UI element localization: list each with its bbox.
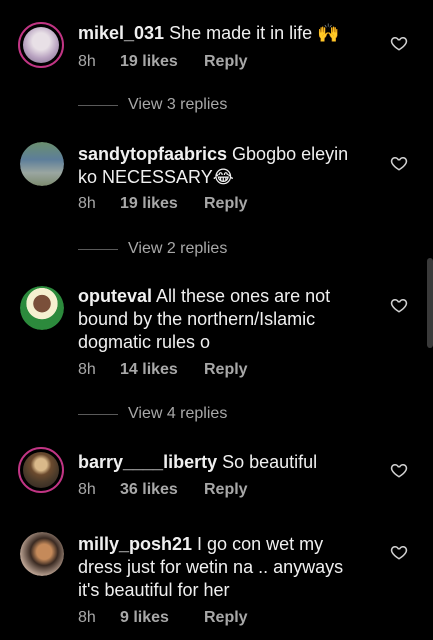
heart-icon[interactable] xyxy=(390,34,408,52)
reply-button[interactable]: Reply xyxy=(204,609,248,627)
comment-time: 8h xyxy=(78,195,96,212)
comment-meta: 8h 19 likes Reply xyxy=(78,53,248,71)
comment-time: 8h xyxy=(78,361,96,378)
avatar[interactable] xyxy=(20,286,64,330)
avatar[interactable] xyxy=(18,22,64,68)
comment-username[interactable]: sandytopfaabrics xyxy=(78,144,227,164)
avatar[interactable] xyxy=(20,142,64,186)
heart-icon[interactable] xyxy=(390,461,408,479)
comment-meta: 8h 36 likes Reply xyxy=(78,481,248,499)
scrollbar[interactable] xyxy=(427,258,433,348)
comment-username[interactable]: milly_posh21 xyxy=(78,534,192,554)
comment-text: sandytopfaabrics Gbogbo eleyin ko NECESS… xyxy=(78,143,368,189)
comment-username[interactable]: barry____liberty xyxy=(78,452,217,472)
comment-likes[interactable]: 36 likes xyxy=(120,481,204,499)
reply-button[interactable]: Reply xyxy=(204,53,248,71)
comment-text: milly_posh21 I go con wet my dress just … xyxy=(78,533,368,602)
reply-button[interactable]: Reply xyxy=(204,361,248,379)
avatar[interactable] xyxy=(20,532,64,576)
heart-icon[interactable] xyxy=(390,543,408,561)
comment-text: barry____liberty So beautiful xyxy=(78,451,368,474)
heart-icon[interactable] xyxy=(390,154,408,172)
reply-button[interactable]: Reply xyxy=(204,481,248,499)
comment-text: oputeval All these ones are not bound by… xyxy=(78,285,368,354)
divider xyxy=(78,248,118,250)
comment-username[interactable]: oputeval xyxy=(78,286,152,306)
divider xyxy=(78,413,118,415)
view-replies-button[interactable]: View 4 replies xyxy=(78,405,227,423)
comment-meta: 8h 19 likes Reply xyxy=(78,195,248,213)
divider xyxy=(78,104,118,106)
comment-time: 8h xyxy=(78,481,96,498)
comment-text: mikel_031 She made it in life 🙌 xyxy=(78,22,368,45)
heart-icon[interactable] xyxy=(390,296,408,314)
comment-body: So beautiful xyxy=(217,452,318,472)
comment-likes[interactable]: 14 likes xyxy=(120,361,204,379)
view-replies-button[interactable]: View 3 replies xyxy=(78,96,227,114)
comment-username[interactable]: mikel_031 xyxy=(78,23,164,43)
comment-meta: 8h 14 likes Reply xyxy=(78,361,248,379)
view-replies-button[interactable]: View 2 replies xyxy=(78,240,227,258)
comment-time: 8h xyxy=(78,53,96,70)
comment-likes[interactable]: 9 likes xyxy=(120,609,204,627)
view-replies-label: View 2 replies xyxy=(128,240,228,257)
view-replies-label: View 3 replies xyxy=(128,96,228,113)
comment-likes[interactable]: 19 likes xyxy=(120,53,204,71)
comment-likes[interactable]: 19 likes xyxy=(120,195,204,213)
reply-button[interactable]: Reply xyxy=(204,195,248,213)
avatar[interactable] xyxy=(18,447,64,493)
comment-meta: 8h 9 likes Reply xyxy=(78,609,248,627)
comment-time: 8h xyxy=(78,609,96,626)
view-replies-label: View 4 replies xyxy=(128,405,228,422)
comment-body: She made it in life 🙌 xyxy=(164,23,340,43)
